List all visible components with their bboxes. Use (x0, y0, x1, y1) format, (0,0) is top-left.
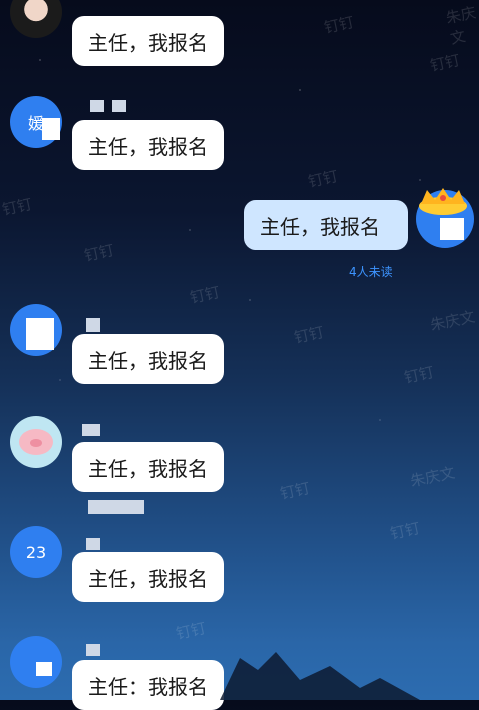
crown-icon (419, 188, 467, 215)
watermark: 钉钉 (388, 519, 422, 543)
avatar[interactable] (10, 416, 62, 468)
name-mosaic (86, 538, 100, 550)
watermark: 钉钉 (322, 13, 356, 37)
avatar-mosaic (42, 118, 60, 140)
mountain-silhouette (220, 652, 420, 700)
watermark: 朱庆文 (444, 3, 478, 48)
message-bubble[interactable]: 主任，我报名 (72, 120, 224, 170)
unread-status[interactable]: 4人未读 (349, 263, 393, 280)
message-bubble[interactable]: 主任，我报名 (72, 16, 224, 66)
name-mosaic (82, 424, 100, 436)
watermark: 钉钉 (188, 283, 222, 307)
watermark: 钉钉 (0, 195, 34, 219)
name-mosaic (90, 100, 104, 112)
avatar[interactable] (10, 0, 62, 38)
avatar[interactable]: 23 (10, 526, 62, 578)
pig-icon (19, 429, 53, 455)
message-bubble[interactable]: 主任，我报名 (72, 442, 224, 492)
avatar-label: 23 (25, 542, 47, 562)
watermark: 钉钉 (306, 167, 340, 191)
watermark: 钉钉 (428, 51, 462, 75)
name-mosaic (86, 318, 100, 332)
avatar-mosaic (440, 218, 464, 240)
watermark: 钉钉 (278, 479, 312, 503)
watermark: 朱庆文 (408, 463, 457, 491)
message-bubble[interactable]: 主任，我报名 (72, 334, 224, 384)
watermark: 钉钉 (292, 323, 326, 347)
message-bubble[interactable]: 主任，我报名 (72, 552, 224, 602)
watermark: 朱庆文 (428, 307, 477, 335)
name-mosaic (88, 500, 144, 514)
name-mosaic (112, 100, 126, 112)
sent-message-bubble[interactable]: 主任，我报名 (244, 200, 408, 250)
watermark: 钉钉 (82, 241, 116, 265)
avatar-mosaic (26, 318, 54, 350)
watermark: 钉钉 (402, 363, 436, 387)
